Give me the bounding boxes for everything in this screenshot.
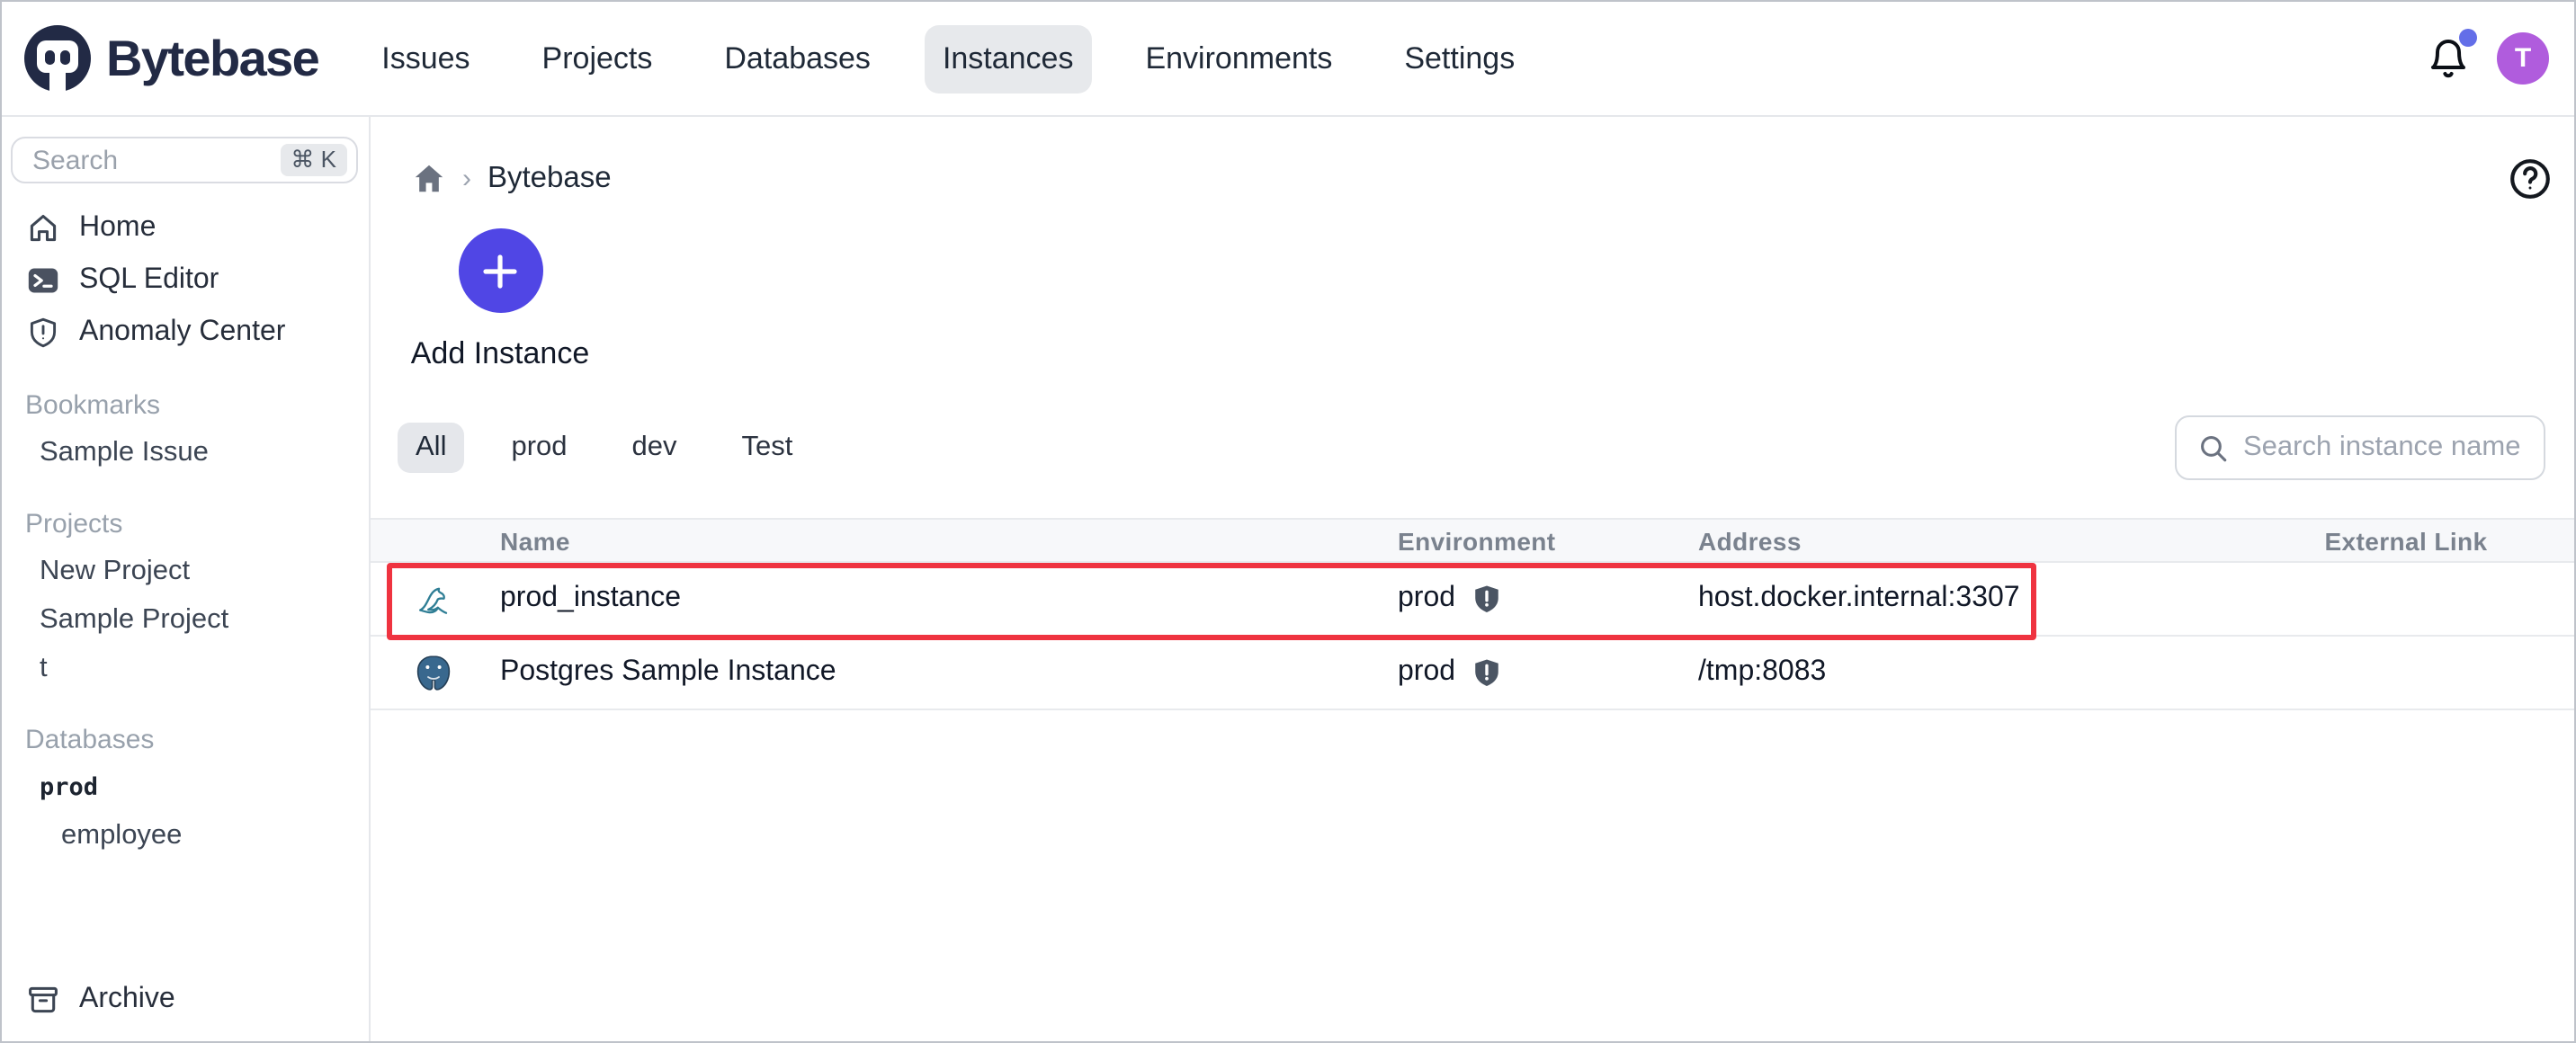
environment-tabs: All prod dev Test — [398, 415, 2545, 480]
sidebar-item-label: SQL Editor — [79, 263, 219, 294]
sidebar-item-label: Anomaly Center — [79, 316, 286, 346]
environment-protected-shield-icon — [1475, 659, 1498, 686]
section-title: Databases — [25, 724, 155, 754]
instance-environment: prod — [1398, 656, 1456, 687]
table-header-row: Name Environment Address External Link — [371, 518, 2574, 563]
help-icon[interactable] — [2508, 156, 2553, 201]
sidebar-item-label: Home — [79, 211, 157, 242]
instance-search[interactable] — [2175, 415, 2545, 480]
breadcrumb: › Bytebase — [412, 156, 2553, 200]
add-instance-label: Add Instance — [410, 336, 590, 370]
notification-unread-dot — [2459, 28, 2477, 46]
instance-address: /tmp:8083 — [1698, 656, 1827, 687]
sidebar-item-anomaly-center[interactable]: Anomaly Center — [2, 306, 369, 358]
add-instance-button[interactable]: Add Instance — [411, 228, 589, 372]
section-title: Projects — [25, 508, 123, 539]
logo-wordmark: Bytebase — [106, 30, 320, 85]
column-header-environment: Environment — [1398, 526, 1556, 555]
instance-environment: prod — [1398, 583, 1456, 613]
bytebase-logo-icon — [24, 24, 91, 94]
nav-item-issues[interactable]: Issues — [363, 24, 487, 93]
nav-item-databases[interactable]: Databases — [706, 24, 889, 93]
column-header-address: Address — [1698, 526, 1802, 555]
main-content: › Bytebase Add Instance All prod dev Tes… — [371, 117, 2574, 1041]
sidebar-item-db-prod[interactable]: prod — [2, 762, 369, 811]
sidebar-search-input[interactable] — [32, 145, 281, 175]
archive-icon — [27, 983, 59, 1015]
column-header-external-link: External Link — [2324, 526, 2488, 555]
terminal-icon — [27, 263, 59, 296]
bytebase-logo[interactable]: Bytebase — [22, 22, 320, 94]
sidebar-item-sample-project[interactable]: Sample Project — [2, 595, 369, 644]
search-shortcut-badge: ⌘ K — [280, 144, 347, 176]
home-icon — [27, 211, 59, 244]
sidebar-item-label: Archive — [79, 983, 175, 1013]
sidebar-search[interactable]: ⌘ K — [11, 137, 358, 183]
column-header-name: Name — [500, 526, 570, 555]
sidebar-item-new-project[interactable]: New Project — [2, 547, 369, 595]
nav-right: T — [2427, 28, 2549, 85]
nav-item-settings[interactable]: Settings — [1386, 24, 1533, 93]
instance-address: host.docker.internal:3307 — [1698, 583, 2020, 613]
environment-protected-shield-icon — [1475, 585, 1498, 612]
table-row-postgres-sample-instance[interactable]: Postgres Sample Instance prod /tmp:8083 — [371, 637, 2574, 710]
sidebar-item-sample-issue[interactable]: Sample Issue — [2, 428, 369, 477]
tab-test[interactable]: Test — [724, 423, 811, 473]
bytebase-app: Bytebase Issues Projects Databases Insta… — [0, 0, 2576, 1043]
instance-table: Name Environment Address External Link p… — [371, 518, 2574, 710]
sidebar-item-t[interactable]: t — [2, 644, 369, 692]
shield-alert-icon — [27, 316, 59, 348]
search-icon — [2201, 435, 2227, 461]
breadcrumb-current[interactable]: Bytebase — [487, 161, 612, 195]
tab-dev[interactable]: dev — [614, 423, 695, 473]
sidebar-item-home[interactable]: Home — [2, 201, 369, 254]
avatar[interactable]: T — [2497, 32, 2549, 85]
notifications-button[interactable] — [2427, 28, 2477, 80]
sidebar-item-archive[interactable]: Archive — [2, 973, 369, 1025]
sidebar: ⌘ K Home SQL Editor — [2, 117, 371, 1041]
sidebar-item-sql-editor[interactable]: SQL Editor — [2, 254, 369, 306]
section-title: Bookmarks — [25, 389, 161, 420]
nav-links: Issues Projects Databases Instances Envi… — [345, 24, 1551, 93]
sidebar-item-db-employee[interactable]: employee — [2, 811, 369, 860]
breadcrumb-home-icon[interactable] — [412, 161, 446, 195]
sidebar-section-databases: Databases prod employee — [2, 716, 369, 860]
instance-name[interactable]: prod_instance — [500, 583, 1398, 615]
mysql-icon — [371, 580, 500, 618]
postgres-icon — [371, 654, 500, 691]
table-row-prod-instance[interactable]: prod_instance prod host.docker.internal:… — [371, 563, 2574, 637]
plus-icon — [483, 254, 517, 288]
top-nav: Bytebase Issues Projects Databases Insta… — [2, 2, 2574, 117]
tab-prod[interactable]: prod — [493, 423, 585, 473]
nav-item-environments[interactable]: Environments — [1127, 24, 1350, 93]
add-instance-circle[interactable] — [458, 228, 542, 313]
instance-name[interactable]: Postgres Sample Instance — [500, 656, 1398, 689]
nav-item-instances[interactable]: Instances — [924, 24, 1092, 93]
tab-all[interactable]: All — [398, 423, 465, 473]
sidebar-section-projects: Projects New Project Sample Project t — [2, 500, 369, 692]
nav-item-projects[interactable]: Projects — [524, 24, 671, 93]
chevron-right-icon: › — [462, 163, 471, 193]
sidebar-section-bookmarks: Bookmarks Sample Issue — [2, 381, 369, 477]
instance-search-input[interactable] — [2243, 432, 2526, 464]
